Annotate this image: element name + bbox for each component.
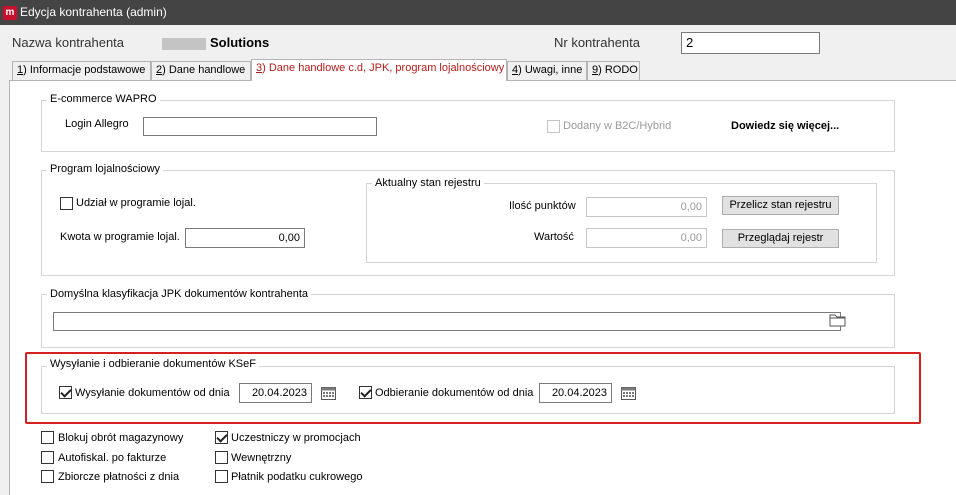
learn-more-link[interactable]: Dowiedz się więcej... [731, 120, 839, 132]
ecommerce-legend: E-commerce WAPRO [47, 93, 160, 105]
collective-payments-label: Zbiorcze płatności z dnia [58, 471, 180, 483]
folder-icon [829, 314, 846, 327]
folder-browse-button[interactable] [829, 313, 847, 330]
loyalty-amount-label: Kwota w programie lojal. [60, 231, 180, 243]
login-allegro-label: Login Allegro [65, 118, 129, 130]
app-logo-icon: m [3, 6, 17, 20]
title-bar: m Edycja kontrahenta (admin) [0, 0, 956, 25]
loyalty-participation-checkbox[interactable] [60, 197, 73, 210]
sugar-tax-label: Płatnik podatku cukrowego [231, 471, 363, 483]
value-label: Wartość [534, 231, 574, 243]
nr-label: Nr kontrahenta [554, 35, 640, 50]
promotions-checkbox[interactable] [215, 431, 228, 444]
registry-group [366, 183, 877, 263]
tab-notes-other[interactable]: 4) Uwagi, inne [507, 61, 587, 80]
block-turnover-label: Blokuj obrót magazynowy [58, 432, 184, 444]
promotions-label: Uczestniczy w promocjach [231, 432, 361, 444]
redacted-name-part [162, 38, 206, 50]
tab-basic-info[interactable]: 1) Informacje podstawowe [12, 61, 151, 80]
b2c-checkbox[interactable] [547, 120, 560, 133]
loyalty-legend: Program lojalnościowy [47, 163, 164, 175]
internal-label: Wewnętrzny [231, 452, 292, 464]
value-input[interactable]: 0,00 [586, 228, 707, 248]
nr-input[interactable]: 2 [681, 32, 820, 54]
sugar-tax-checkbox[interactable] [215, 470, 228, 483]
internal-checkbox[interactable] [215, 451, 228, 464]
autofiskal-label: Autofiskal. po fakturze [58, 452, 167, 464]
tab-rodo[interactable]: 9) RODO [587, 61, 640, 80]
block-turnover-checkbox[interactable] [41, 431, 54, 444]
collective-payments-checkbox[interactable] [41, 470, 54, 483]
tab-trade-data-jpk-loyalty[interactable]: 3) Dane handlowe c.d, JPK, program lojal… [251, 59, 507, 81]
login-allegro-input[interactable] [143, 117, 377, 136]
points-input[interactable]: 0,00 [586, 197, 707, 217]
points-label: Ilość punktów [509, 200, 576, 212]
contractor-name: Solutions [210, 35, 270, 50]
b2c-label: Dodany w B2C/Hybrid [563, 120, 672, 132]
ksef-highlight-frame [25, 352, 921, 424]
registry-legend: Aktualny stan rejestru [372, 177, 484, 189]
browse-registry-button[interactable]: Przeglądaj rejestr [722, 229, 839, 248]
loyalty-amount-input[interactable]: 0,00 [185, 228, 305, 248]
recalculate-registry-button[interactable]: Przelicz stan rejestru [722, 196, 839, 215]
name-label: Nazwa kontrahenta [12, 35, 125, 50]
window-title: Edycja kontrahenta (admin) [20, 5, 167, 19]
loyalty-participation-label: Udział w programie lojal. [76, 197, 196, 209]
jpk-classification-input[interactable] [53, 312, 841, 331]
jpk-legend: Domyślna klasyfikacja JPK dokumentów kon… [47, 288, 312, 300]
tab-trade-data[interactable]: 2) Dane handlowe [151, 61, 251, 80]
autofiskal-checkbox[interactable] [41, 451, 54, 464]
